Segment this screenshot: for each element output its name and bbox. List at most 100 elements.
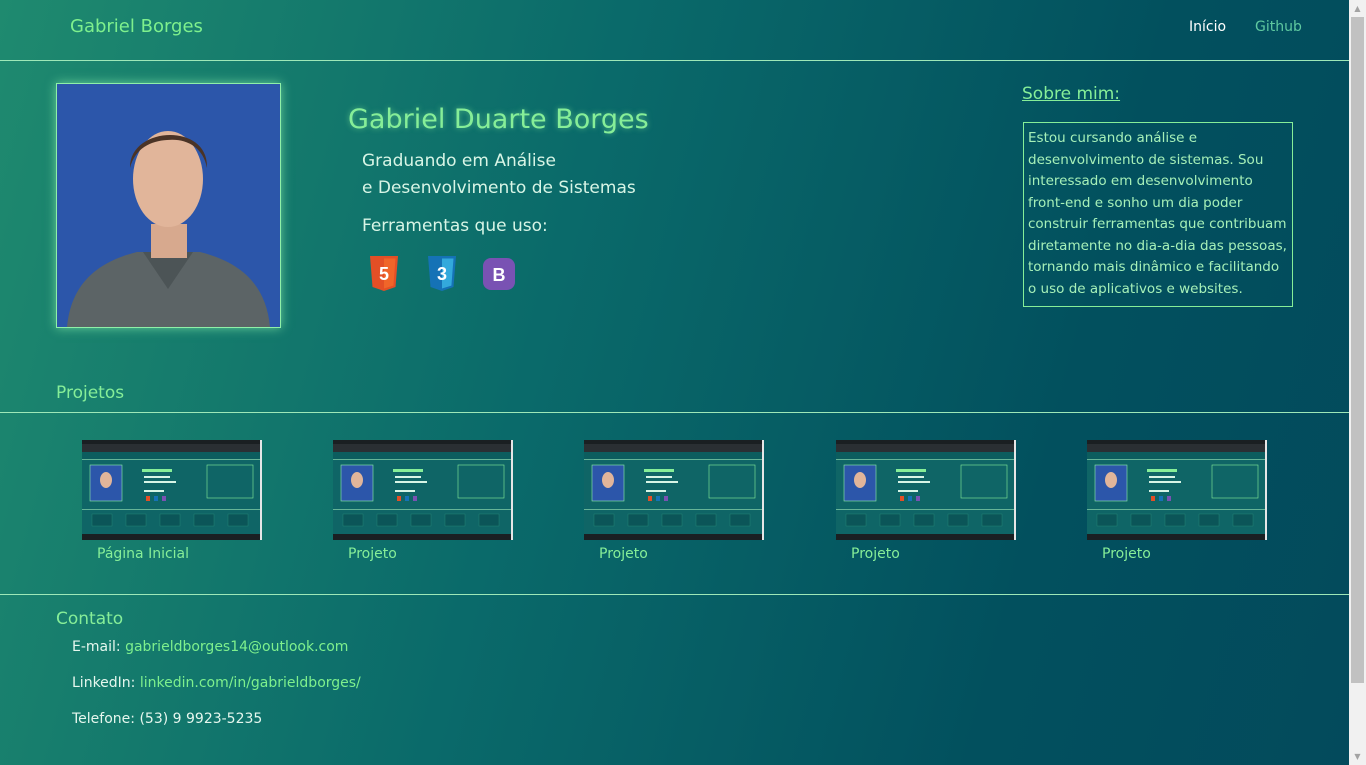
thumbnail-shape <box>395 481 427 483</box>
thumbnail-shape <box>1014 440 1016 540</box>
css3-icon: 3 <box>426 256 458 292</box>
thumbnail-shape <box>82 534 262 540</box>
thumbnail-shape <box>144 476 170 478</box>
thumbnail-shape <box>646 490 666 492</box>
projects-divider <box>0 412 1349 413</box>
thumbnail-shape <box>898 476 924 478</box>
thumbnail-shape <box>1105 472 1117 488</box>
thumbnail-shape <box>648 496 652 501</box>
project-thumbnail[interactable] <box>836 440 1016 540</box>
thumbnail-shape <box>1149 490 1169 492</box>
project-card[interactable]: Projeto <box>1087 440 1267 562</box>
thumbnail-shape <box>227 513 249 527</box>
thumbnail-shape <box>854 472 866 488</box>
project-thumbnail[interactable] <box>584 440 764 540</box>
thumbnail-shape <box>1130 513 1152 527</box>
project-card[interactable]: Projeto <box>333 440 513 562</box>
project-thumbnail[interactable] <box>1087 440 1267 540</box>
thumbnail-shape <box>144 490 164 492</box>
thumbnail-shape <box>584 444 764 452</box>
thumbnail-shape <box>146 496 150 501</box>
project-label[interactable]: Página Inicial <box>97 546 189 562</box>
hero-role: Graduando em Análise e Desenvolvimento d… <box>362 148 636 202</box>
nav-link-github[interactable]: Github <box>1255 19 1302 35</box>
profile-photo <box>56 83 281 328</box>
thumbnail-shape <box>836 534 1016 540</box>
svg-text:5: 5 <box>379 264 389 284</box>
thumbnail-shape <box>260 440 262 540</box>
thumbnail-shape <box>333 534 513 540</box>
thumbnail-shape <box>900 496 904 501</box>
thumbnail-shape <box>584 440 764 444</box>
tools-title: Ferramentas que uso: <box>362 216 548 236</box>
thumbnail-shape <box>661 513 683 527</box>
thumbnail-shape <box>646 481 678 483</box>
project-label[interactable]: Projeto <box>599 546 648 562</box>
thumbnail-shape <box>395 490 415 492</box>
svg-text:3: 3 <box>437 264 447 284</box>
thumbnail-shape <box>393 469 423 472</box>
thumbnail-shape <box>1149 481 1181 483</box>
project-label[interactable]: Projeto <box>851 546 900 562</box>
brand-link[interactable]: Gabriel Borges <box>70 16 203 37</box>
thumbnail-shape <box>100 472 112 488</box>
thumbnail-shape <box>333 444 513 452</box>
thumbnail-shape <box>729 513 751 527</box>
thumbnail-shape <box>125 513 147 527</box>
thumbnail-shape <box>444 513 466 527</box>
thumbnail-shape <box>656 496 660 501</box>
project-thumbnail[interactable] <box>333 440 513 540</box>
vertical-scrollbar[interactable]: ▲ ▼ <box>1349 0 1366 765</box>
thumbnail-shape <box>1149 476 1175 478</box>
thumbnail-shape <box>836 440 1016 444</box>
thumbnail-shape <box>91 513 113 527</box>
thumbnail-shape <box>333 459 513 460</box>
scroll-down-arrow-icon[interactable]: ▼ <box>1349 748 1366 765</box>
project-card[interactable]: Projeto <box>584 440 764 562</box>
nav-link-home[interactable]: Início <box>1189 19 1226 35</box>
thumbnail-shape <box>144 481 176 483</box>
linkedin-label: LinkedIn: <box>72 675 136 691</box>
scroll-up-arrow-icon[interactable]: ▲ <box>1349 0 1366 17</box>
thumbnail-shape <box>896 469 926 472</box>
thumbnail-shape <box>836 444 1016 452</box>
project-label[interactable]: Projeto <box>1102 546 1151 562</box>
thumbnail-shape <box>836 452 1016 459</box>
thumbnail-shape <box>162 496 166 501</box>
hero-name: Gabriel Duarte Borges <box>348 104 649 135</box>
thumbnail-shape <box>593 513 615 527</box>
thumbnail-shape <box>1147 469 1177 472</box>
thumbnail-shape <box>1151 496 1155 501</box>
scroll-thumb[interactable] <box>1351 17 1364 683</box>
email-link[interactable]: gabrieldborges14@outlook.com <box>125 639 348 655</box>
thumbnail-shape <box>981 513 1003 527</box>
thumbnail-shape <box>762 440 764 540</box>
thumbnail-shape <box>159 513 181 527</box>
thumbnail-shape <box>333 440 513 444</box>
thumbnail-shape <box>1232 513 1254 527</box>
thumbnail-shape <box>584 509 764 510</box>
bootstrap-icon: B <box>483 256 515 292</box>
thumbnail-shape <box>478 513 500 527</box>
thumbnail-shape <box>916 496 920 501</box>
project-label[interactable]: Projeto <box>348 546 397 562</box>
about-title: Sobre mim: <box>1022 84 1121 104</box>
thumbnail-shape <box>1087 444 1267 452</box>
project-card[interactable]: Projeto <box>836 440 1016 562</box>
linkedin-link[interactable]: linkedin.com/in/gabrieldborges/ <box>140 675 361 691</box>
thumbnail-shape <box>1087 440 1267 444</box>
project-thumbnail[interactable] <box>82 440 262 540</box>
thumbnail-preview-image <box>82 440 262 540</box>
about-box: Estou cursando análise e desenvolvimento… <box>1023 122 1293 307</box>
contact-phone: Telefone: (53) 9 9923-5235 <box>72 711 262 727</box>
thumbnail-shape <box>1087 509 1267 510</box>
thumbnail-shape <box>664 496 668 501</box>
page: Gabriel Borges Início Github Gabriel Dua… <box>0 0 1349 765</box>
hero-role-line2: e Desenvolvimento de Sistemas <box>362 178 636 198</box>
thumbnail-shape <box>646 476 672 478</box>
project-card[interactable]: Página Inicial <box>82 440 262 562</box>
thumbnail-shape <box>351 472 363 488</box>
thumbnail-shape <box>627 513 649 527</box>
thumbnail-shape <box>1096 513 1118 527</box>
contact-email: E-mail: gabrieldborges14@outlook.com <box>72 639 348 655</box>
